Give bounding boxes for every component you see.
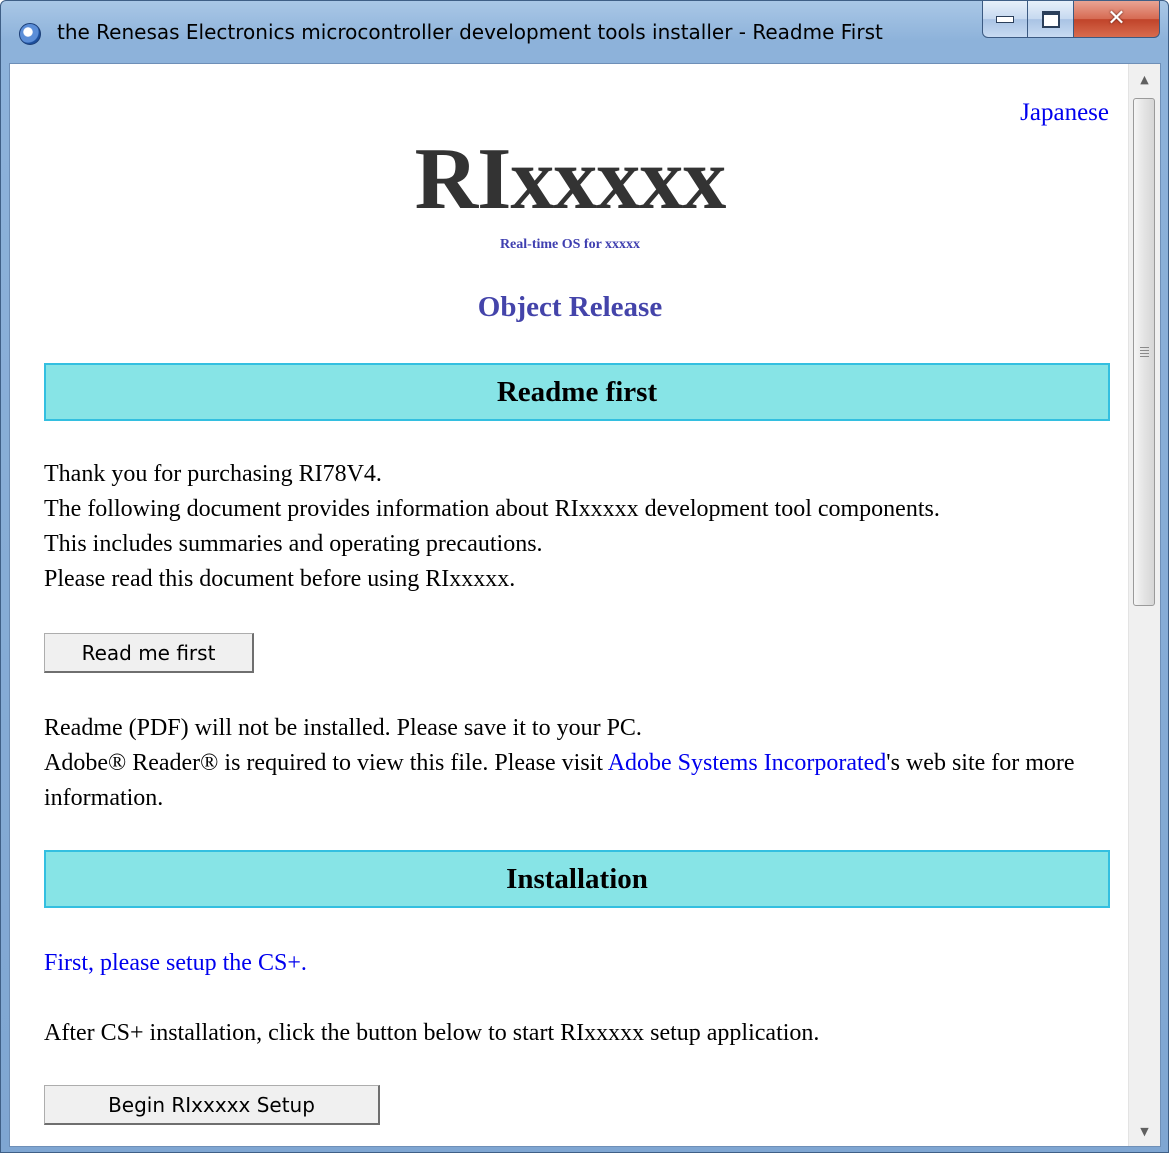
readme-line: Thank you for purchasing RI78V4. — [44, 461, 382, 487]
japanese-link[interactable]: Japanese — [1020, 99, 1109, 127]
product-subtitle: Real-time OS for xxxxx — [499, 237, 641, 252]
maximize-icon — [1041, 10, 1060, 28]
installer-window: the Renesas Electronics microcontroller … — [0, 0, 1169, 1153]
scroll-up-button[interactable]: ▲ — [1129, 64, 1160, 94]
grip-icon — [1140, 347, 1149, 357]
readme-intro: Thank you for purchasing RI78V4. The fol… — [44, 457, 1114, 597]
scroll-down-button[interactable]: ▼ — [1129, 1116, 1160, 1146]
installation-instruction: After CS+ installation, click the button… — [44, 1020, 820, 1046]
product-logo: RIxxxxx — [414, 131, 727, 228]
release-title: Object Release — [477, 291, 663, 323]
scroll-thumb[interactable] — [1133, 98, 1155, 606]
readme-line: The following document provides informat… — [44, 496, 940, 522]
globe-icon — [19, 23, 41, 45]
readme-document: Japanese RIxxxxx Real-time OS for xxxxx … — [9, 63, 1161, 1147]
title-bar[interactable]: the Renesas Electronics microcontroller … — [1, 1, 1169, 63]
begin-setup-button[interactable]: Begin RIxxxxx Setup — [44, 1085, 380, 1125]
note-text: Adobe® Reader® is required to view this … — [44, 750, 608, 776]
readme-line: This includes summaries and operating pr… — [44, 531, 543, 557]
installation-section-header: Installation — [44, 850, 1110, 908]
readme-note: Readme (PDF) will not be installed. Plea… — [44, 711, 1114, 816]
minimize-icon — [996, 15, 1014, 23]
up-arrow-icon: ▲ — [1140, 72, 1149, 86]
close-icon: ✕ — [1107, 6, 1126, 31]
readme-line: Please read this document before using R… — [44, 566, 516, 592]
vertical-scrollbar[interactable]: ▲ ▼ — [1128, 64, 1160, 1146]
readme-note-line: Readme (PDF) will not be installed. Plea… — [44, 715, 642, 741]
readme-note-line: Adobe® Reader® is required to view this … — [44, 746, 1114, 816]
cs-setup-line: First, please setup the CS+. — [44, 946, 1114, 981]
readme-section-header: Readme first — [44, 363, 1110, 421]
page-content: Japanese RIxxxxx Real-time OS for xxxxx … — [10, 64, 1130, 1146]
adobe-link[interactable]: Adobe Systems Incorporated — [608, 750, 887, 776]
minimize-button[interactable] — [982, 1, 1028, 38]
caption-buttons: ✕ — [982, 1, 1160, 39]
down-arrow-icon: ▼ — [1140, 1124, 1149, 1138]
maximize-button[interactable] — [1028, 1, 1074, 38]
read-me-first-button[interactable]: Read me first — [44, 633, 254, 673]
cs-setup-link[interactable]: First, please setup the CS+. — [44, 950, 307, 976]
window-title: the Renesas Electronics microcontroller … — [57, 20, 883, 44]
close-button[interactable]: ✕ — [1074, 1, 1160, 38]
